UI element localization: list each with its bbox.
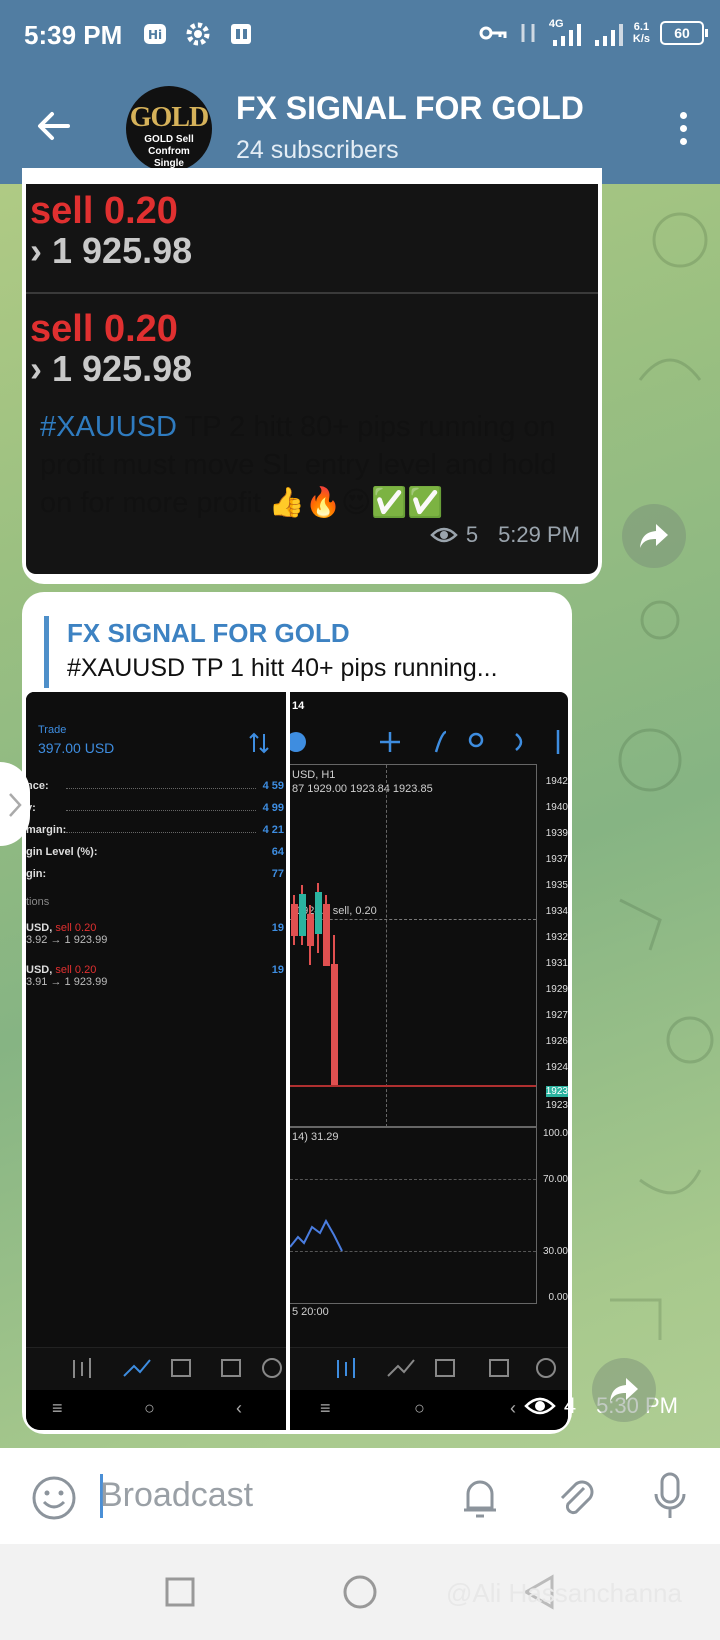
broadcast-input[interactable]: Broadcast <box>100 1476 253 1515</box>
app-bar: 5:39 PM Hi 4G 6.1 K/s 60 GOLD GOLD Sell … <box>0 0 720 184</box>
phone-navbar: ≡ ○ ‹ <box>26 1390 286 1430</box>
chevron-right-icon <box>9 793 22 817</box>
chart-screenshot-image[interactable]: 14 USD, H1 87 1929.00 1923.84 1923.85 19… <box>290 692 568 1430</box>
home-icon[interactable] <box>342 1574 378 1610</box>
trade-price: › 1 925.98 <box>30 348 193 389</box>
trade-label: sell 0.20 <box>30 190 178 232</box>
reply-title: FX SIGNAL FOR GOLD <box>67 618 350 648</box>
hi-icon: Hi <box>144 24 166 44</box>
account-row: nce: 4 59 <box>26 780 284 792</box>
chart-toolbar-icons[interactable] <box>290 722 568 762</box>
status-right: 4G 6.1 K/s 60 <box>479 18 708 48</box>
trade-price: › 1 925.98 <box>30 230 193 271</box>
signal-4g: 4G <box>549 18 583 48</box>
position-row: USD, sell 0.20 3.91 → 1 923.99 19 <box>26 964 284 988</box>
attach-icon[interactable] <box>554 1474 598 1522</box>
share-arrow-icon <box>640 524 668 548</box>
data-arrows-icon <box>521 24 535 42</box>
app-notification-icon <box>231 24 251 44</box>
share-button[interactable] <box>592 1358 656 1422</box>
signal-icon <box>594 24 623 46</box>
net-speed: 6.1 K/s <box>632 21 650 45</box>
divider <box>26 292 598 294</box>
oscillator-panel: 14) 31.29 <box>290 1126 537 1304</box>
toolbar-icons[interactable] <box>290 1348 568 1390</box>
channel-avatar[interactable]: GOLD GOLD Sell Confrom Single <box>126 86 212 172</box>
watermark-text: @Ali Hassanchanna <box>446 1578 682 1608</box>
balance-value: 397.00 USD <box>38 740 115 756</box>
share-arrow-icon <box>610 1378 638 1402</box>
more-options-icon[interactable] <box>680 112 688 146</box>
price-chart[interactable]: USD, H1 87 1929.00 1923.84 1923.85 1924.… <box>290 764 537 1128</box>
reply-preview[interactable]: FX SIGNAL FOR GOLD #XAUUSD TP 1 hitt 40+… <box>44 616 587 688</box>
trade-label: sell 0.20 <box>30 308 178 350</box>
message-time: 5:29 PM <box>498 522 580 547</box>
view-count: 5 <box>465 522 479 547</box>
key-icon <box>479 26 507 40</box>
reply-text: #XAUUSD TP 1 hitt 40+ pips running... <box>67 654 498 682</box>
eye-icon <box>430 527 458 543</box>
account-row: gin Level (%): 64 <box>26 846 284 858</box>
message-bubble-1[interactable]: sell 0.20 › 1 925.98 sell 0.20 › 1 925.9… <box>22 168 602 584</box>
account-row: margin: 4 21 <box>26 824 284 836</box>
status-time: 5:39 PM <box>24 20 123 50</box>
gear-icon <box>186 22 210 46</box>
price-axis: 1942 1940 1939 1937 1935 1934 1932 1931 … <box>545 776 568 1111</box>
sort-icon[interactable] <box>248 732 270 754</box>
message-meta: 5 5:29 PM <box>430 522 580 548</box>
back-arrow-icon[interactable] <box>34 106 74 146</box>
channel-title[interactable]: FX SIGNAL FOR GOLD <box>236 90 584 127</box>
message-input-bar: Broadcast <box>0 1448 720 1544</box>
recents-icon[interactable] <box>164 1576 196 1608</box>
trade-tab-label: Trade <box>38 724 67 736</box>
oscillator-axis: 100.0 70.00 30.00 0.00 <box>542 1128 568 1303</box>
toolbar-icons[interactable] <box>26 1348 286 1390</box>
account-row: gin: 77 <box>26 868 284 880</box>
hashtag-link[interactable]: #XAUUSD <box>40 411 177 443</box>
app-toolbar <box>26 1347 286 1390</box>
bell-icon[interactable] <box>458 1474 502 1522</box>
microphone-icon[interactable] <box>650 1470 690 1522</box>
candlesticks <box>291 883 338 1086</box>
emoji-icon[interactable] <box>30 1474 78 1522</box>
app-toolbar <box>290 1347 568 1390</box>
status-bar: 5:39 PM Hi 4G 6.1 K/s 60 <box>0 0 720 72</box>
account-row: y: 4 99 <box>26 802 284 814</box>
view-count: 4 <box>563 1393 577 1418</box>
positions-header: tions <box>26 896 50 908</box>
svg-text:Hi: Hi <box>148 28 162 42</box>
account-screenshot-image[interactable]: Trade 397.00 USD nce: 4 59 y: 4 99 margin:… <box>26 692 286 1430</box>
oscillator-line <box>290 1218 343 1252</box>
message-text: #XAUUSD TP 2 hitt 80+ pips running on pr… <box>40 411 557 519</box>
time-axis-label: 5 20:00 <box>292 1306 329 1318</box>
system-navigation-bar: @Ali Hassanchanna <box>0 1544 720 1640</box>
share-button[interactable] <box>622 504 686 568</box>
eye-icon <box>524 1397 556 1415</box>
battery-indicator: 60 <box>660 21 708 45</box>
position-row: USD, sell 0.20 3.92 → 1 923.99 19 <box>26 922 284 946</box>
subscriber-count: 24 subscribers <box>236 136 399 164</box>
